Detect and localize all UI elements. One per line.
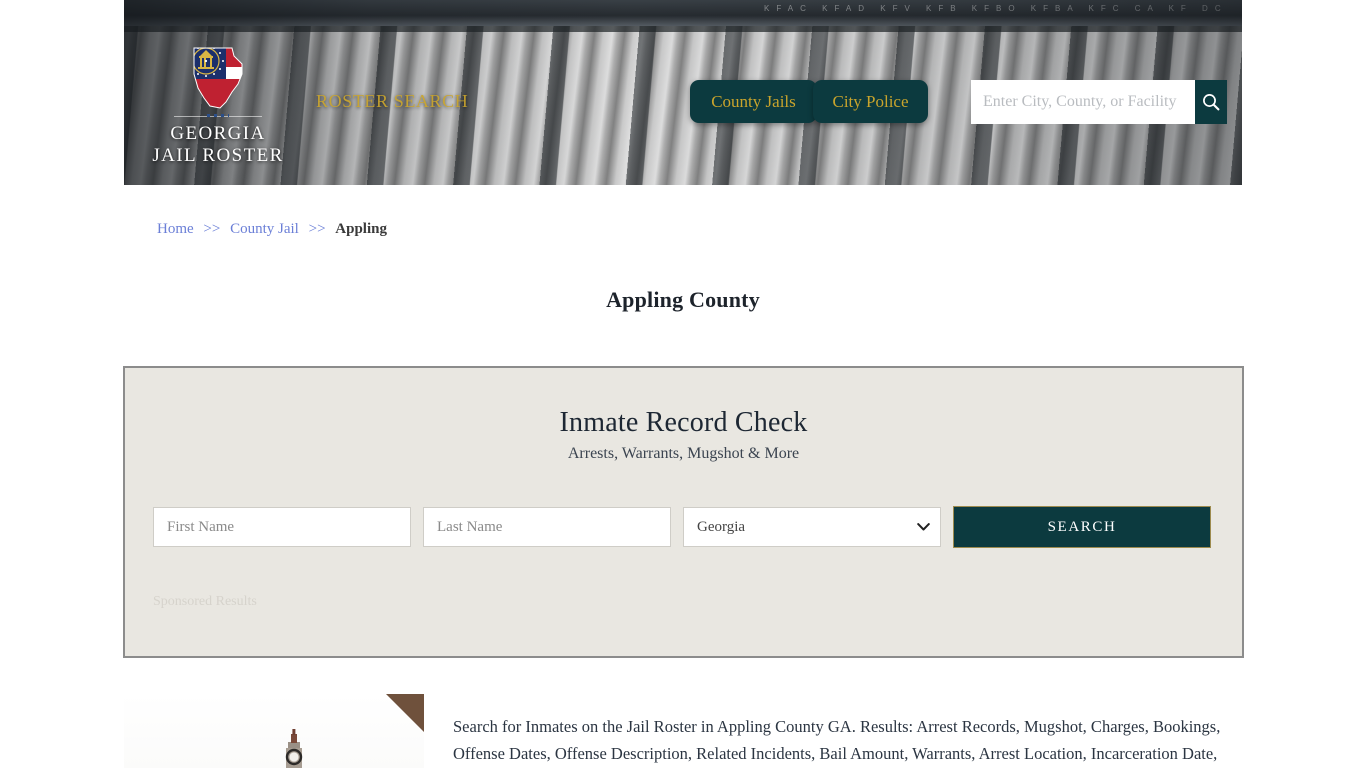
state-select-wrapper: GeorgiaAlabamaFloridaSouth CarolinaTenne… <box>683 507 941 547</box>
clock-tower-icon <box>285 729 303 768</box>
thumbnail-corner-overlay <box>386 694 424 732</box>
breadcrumb: Home >> County Jail >> Appling <box>157 221 387 238</box>
inmate-record-check-card: Inmate Record Check Arrests, Warrants, M… <box>123 366 1244 658</box>
nav-county-jails-button[interactable]: County Jails <box>690 80 817 123</box>
breadcrumb-item-home[interactable]: Home <box>157 221 194 237</box>
page-description-paragraph: Search for Inmates on the Jail Roster in… <box>453 716 1221 763</box>
nav-city-police-button[interactable]: City Police <box>813 80 928 123</box>
georgia-state-flag-outline-icon <box>193 47 243 109</box>
thumbnail-sky <box>124 694 424 768</box>
breadcrumb-separator: >> <box>308 221 326 237</box>
logo-divider <box>174 116 262 117</box>
logo-title-line1: GEORGIA <box>170 123 266 144</box>
card-subtitle: Arrests, Warrants, Mugshot & More <box>567 445 800 462</box>
sponsored-results-label: Sponsored Results <box>153 594 257 609</box>
inmate-search-button[interactable]: SEARCH <box>953 506 1211 548</box>
breadcrumb-item-county-jail[interactable]: County Jail <box>230 221 299 237</box>
first-name-input[interactable] <box>153 507 411 547</box>
inmate-search-form: GeorgiaAlabamaFloridaSouth CarolinaTenne… <box>153 506 1214 548</box>
site-logo[interactable]: GEORGIA JAIL ROSTER <box>148 44 288 168</box>
search-icon <box>1203 94 1220 111</box>
last-name-input[interactable] <box>423 507 671 547</box>
page-root: KFAC KFAD KFV KFB KFBO KFBA KFC CA KF DC… <box>0 0 1366 768</box>
header-search-button[interactable] <box>1195 80 1227 124</box>
header-search <box>971 80 1227 124</box>
breadcrumb-item-current: Appling <box>335 221 387 237</box>
page-title: Appling County <box>606 286 760 312</box>
card-title: Inmate Record Check <box>559 407 808 438</box>
breadcrumb-separator: >> <box>203 221 221 237</box>
header-search-input[interactable] <box>971 80 1195 124</box>
logo-title-line2: JAIL ROSTER <box>152 145 284 167</box>
header-tagline: ROSTER SEARCH <box>316 91 469 111</box>
state-select[interactable]: GeorgiaAlabamaFloridaSouth CarolinaTenne… <box>683 507 941 547</box>
courthouse-thumbnail-image[interactable] <box>124 694 424 768</box>
